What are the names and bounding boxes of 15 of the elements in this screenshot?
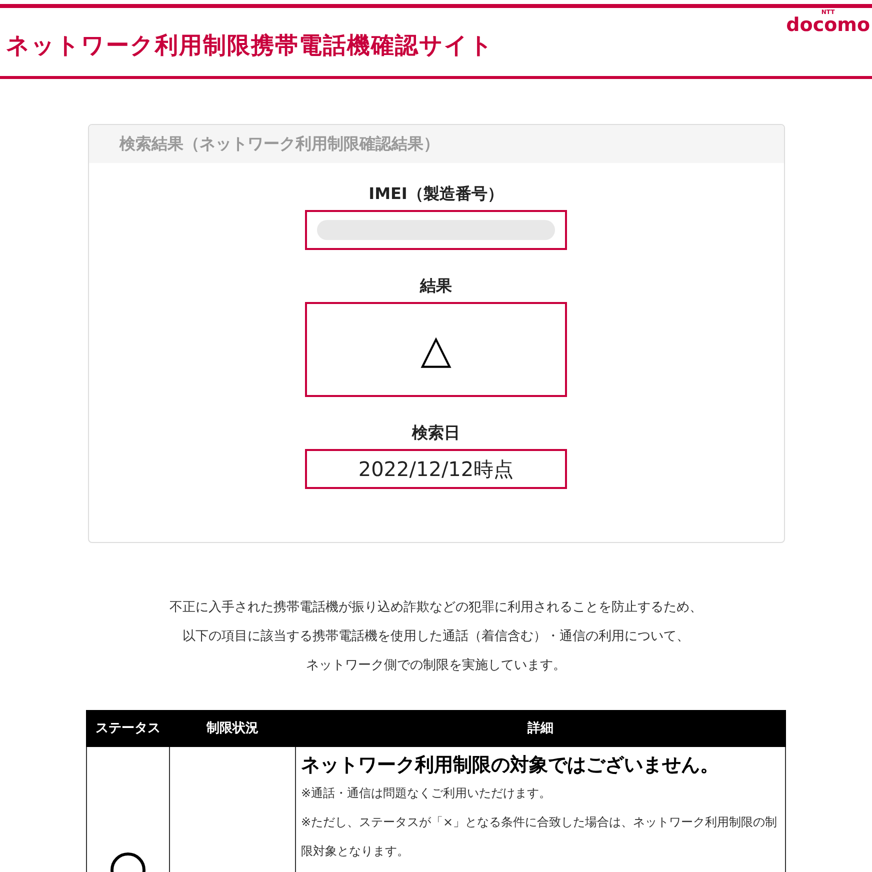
result-box: △ <box>305 302 567 397</box>
detail-note: ※ただし、ステータスが「×」となる条件に合致した場合は、ネットワーク利用制限の制限対象となります。 <box>301 814 778 860</box>
column-header: ステータス <box>86 710 170 746</box>
site-title: ネットワーク利用制限携帯電話機確認サイト <box>6 32 494 61</box>
card-title: 検索結果（ネットワーク利用制限確認結果） <box>88 125 784 163</box>
field-label: 検索日 <box>412 422 460 444</box>
logo[interactable]: docomo <box>786 16 870 35</box>
notice-text: 不正に入手された携帯電話機が振り込め詐欺などの犯罪に利用されることを防止するため、 以下の項目に該当する携帯電話機を使用した通話（着信含む）・通信の利用について、 ネットワーク側での制限を実施しています。 <box>170 599 702 675</box>
field-label: IMEI（製造番号） <box>368 183 504 205</box>
column-header: 制限状況 <box>170 710 296 746</box>
field-label: 結果 <box>420 275 452 297</box>
detail-note: ※通話・通信は問題なくご利用いただけます。 <box>301 785 552 802</box>
detail-title: ネットワーク利用制限の対象ではございません。 <box>301 753 720 778</box>
column-header: 詳細 <box>296 710 786 746</box>
date-box: 2022/12/12時点 <box>305 449 567 489</box>
